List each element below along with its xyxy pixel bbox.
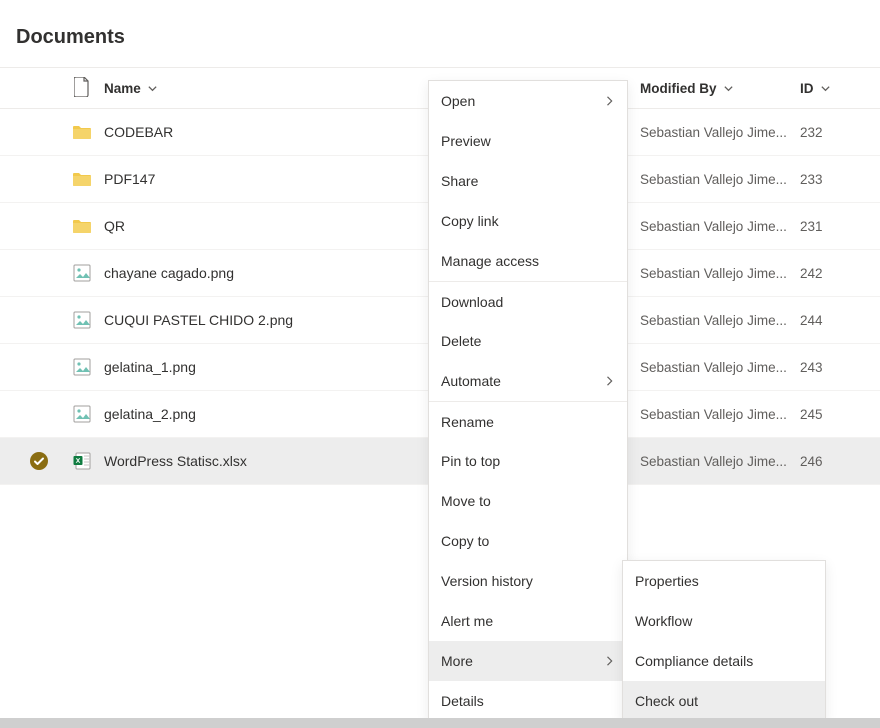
- modified-by-column-label: Modified By: [640, 81, 717, 96]
- menu-item-label: Pin to top: [441, 453, 500, 469]
- chevron-right-icon: [605, 373, 615, 389]
- context-menu[interactable]: Open Preview Share Copy link Manage access Do…: [428, 80, 628, 722]
- menu-item-label: Download: [441, 294, 503, 310]
- id-cell: 242: [800, 265, 880, 281]
- id-cell: 246: [800, 453, 880, 469]
- context-submenu-more[interactable]: Properties Workflow Compliance details Chec…: [622, 560, 826, 722]
- menu-item-label: Rename: [441, 414, 494, 430]
- file-name: gelatina_1.png: [104, 359, 196, 375]
- chevron-right-icon: [605, 653, 615, 669]
- menu-item-label: More: [441, 653, 473, 669]
- menu-item-download[interactable]: Download: [429, 281, 627, 321]
- modified-by-cell: Sebastian Vallejo Jime...: [640, 359, 800, 375]
- menu-item-copy-to[interactable]: Copy to: [429, 521, 627, 561]
- file-name: WordPress Statisc.xlsx: [104, 453, 247, 469]
- menu-item-copy-link[interactable]: Copy link: [429, 201, 627, 241]
- file-type-icon: [60, 124, 104, 140]
- menu-item-label: Compliance details: [635, 653, 753, 669]
- submenu-item-properties[interactable]: Properties: [623, 561, 825, 601]
- menu-item-delete[interactable]: Delete: [429, 321, 627, 361]
- id-cell: 231: [800, 218, 880, 234]
- menu-item-label: Manage access: [441, 253, 539, 269]
- modified-by-cell: Sebastian Vallejo Jime...: [640, 124, 800, 140]
- modified-by-cell: Sebastian Vallejo Jime...: [640, 265, 800, 281]
- type-column-header[interactable]: [60, 77, 104, 100]
- modified-by-cell: Sebastian Vallejo Jime...: [640, 406, 800, 422]
- chevron-down-icon: [723, 83, 734, 94]
- menu-item-label: Properties: [635, 573, 699, 589]
- file-type-icon: [60, 358, 104, 376]
- menu-item-label: Copy to: [441, 533, 489, 549]
- document-icon: [74, 77, 90, 100]
- submenu-item-workflow[interactable]: Workflow: [623, 601, 825, 641]
- menu-item-more[interactable]: More: [429, 641, 627, 681]
- chevron-down-icon: [147, 83, 158, 94]
- menu-item-label: Details: [441, 693, 484, 709]
- file-name: CODEBAR: [104, 124, 173, 140]
- selected-check-icon: [30, 452, 48, 470]
- file-type-icon: [60, 171, 104, 187]
- file-type-icon: [60, 405, 104, 423]
- menu-item-label: Copy link: [441, 213, 499, 229]
- menu-item-pin-to-top[interactable]: Pin to top: [429, 441, 627, 481]
- chevron-right-icon: [605, 93, 615, 109]
- modified-by-column-header[interactable]: Modified By: [640, 81, 800, 96]
- name-column-label: Name: [104, 81, 141, 96]
- file-type-icon: [60, 264, 104, 282]
- submenu-item-check-out[interactable]: Check out: [623, 681, 825, 721]
- id-cell: 245: [800, 406, 880, 422]
- id-cell: 244: [800, 312, 880, 328]
- row-select[interactable]: [0, 452, 60, 470]
- menu-item-label: Check out: [635, 693, 698, 709]
- menu-item-label: Alert me: [441, 613, 493, 629]
- footer-bar: [0, 718, 880, 728]
- menu-item-label: Share: [441, 173, 478, 189]
- menu-item-move-to[interactable]: Move to: [429, 481, 627, 521]
- modified-by-cell: Sebastian Vallejo Jime...: [640, 453, 800, 469]
- menu-item-label: Preview: [441, 133, 491, 149]
- menu-item-label: Move to: [441, 493, 491, 509]
- menu-item-automate[interactable]: Automate: [429, 361, 627, 401]
- file-name: PDF147: [104, 171, 155, 187]
- id-cell: 232: [800, 124, 880, 140]
- menu-item-open[interactable]: Open: [429, 81, 627, 121]
- menu-item-label: Delete: [441, 333, 481, 349]
- menu-item-label: Version history: [441, 573, 533, 589]
- file-name: CUQUI PASTEL CHIDO 2.png: [104, 312, 293, 328]
- menu-item-preview[interactable]: Preview: [429, 121, 627, 161]
- menu-item-label: Workflow: [635, 613, 692, 629]
- file-name: chayane cagado.png: [104, 265, 234, 281]
- modified-by-cell: Sebastian Vallejo Jime...: [640, 218, 800, 234]
- id-cell: 233: [800, 171, 880, 187]
- menu-item-manage-access[interactable]: Manage access: [429, 241, 627, 281]
- id-column-header[interactable]: ID: [800, 81, 880, 96]
- file-name: QR: [104, 218, 125, 234]
- chevron-down-icon: [820, 83, 831, 94]
- menu-item-label: Open: [441, 93, 475, 109]
- id-cell: 243: [800, 359, 880, 375]
- menu-item-share[interactable]: Share: [429, 161, 627, 201]
- menu-item-details[interactable]: Details: [429, 681, 627, 721]
- page-title: Documents: [0, 0, 880, 67]
- menu-item-rename[interactable]: Rename: [429, 401, 627, 441]
- menu-item-alert-me[interactable]: Alert me: [429, 601, 627, 641]
- file-name: gelatina_2.png: [104, 406, 196, 422]
- submenu-item-compliance-details[interactable]: Compliance details: [623, 641, 825, 681]
- menu-item-label: Automate: [441, 373, 501, 389]
- id-column-label: ID: [800, 81, 814, 96]
- modified-by-cell: Sebastian Vallejo Jime...: [640, 171, 800, 187]
- menu-item-version-history[interactable]: Version history: [429, 561, 627, 601]
- file-type-icon: [60, 452, 104, 470]
- modified-by-cell: Sebastian Vallejo Jime...: [640, 312, 800, 328]
- file-type-icon: [60, 311, 104, 329]
- file-type-icon: [60, 218, 104, 234]
